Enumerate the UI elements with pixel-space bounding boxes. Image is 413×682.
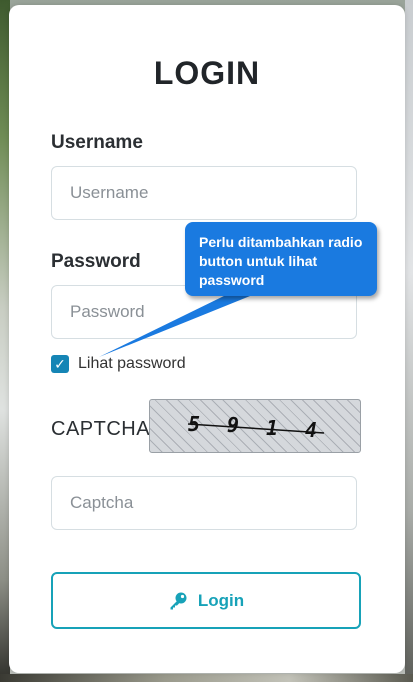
show-password-checkbox[interactable]: ✓ [51, 355, 69, 373]
annotation-tooltip: Perlu ditambahkan radio button untuk lih… [185, 222, 377, 296]
password-label: Password [51, 251, 141, 272]
username-input[interactable] [51, 166, 357, 220]
show-password-row[interactable]: ✓ Lihat password [51, 355, 186, 373]
captcha-char: 9 [227, 413, 239, 437]
login-card: LOGIN Username Password ✓ Lihat password… [9, 5, 405, 673]
captcha-image: 5 9 1 4 [149, 399, 361, 453]
captcha-char: 4 [305, 418, 317, 442]
checkmark-icon: ✓ [54, 355, 66, 372]
login-button-label: Login [197, 590, 245, 610]
username-label: Username [51, 132, 143, 153]
background-right [405, 0, 413, 682]
captcha-char: 1 [266, 416, 278, 440]
page-title: LOGIN [153, 55, 261, 91]
key-icon [168, 591, 188, 611]
captcha-input[interactable] [51, 476, 357, 530]
login-button[interactable]: Login [51, 572, 361, 629]
captcha-strike-line [187, 423, 325, 434]
captcha-graphic: 5 9 1 4 [187, 412, 325, 442]
background-bottom [0, 674, 413, 682]
captcha-label: CAPTCHA [51, 418, 151, 440]
show-password-label: Lihat password [78, 355, 186, 372]
